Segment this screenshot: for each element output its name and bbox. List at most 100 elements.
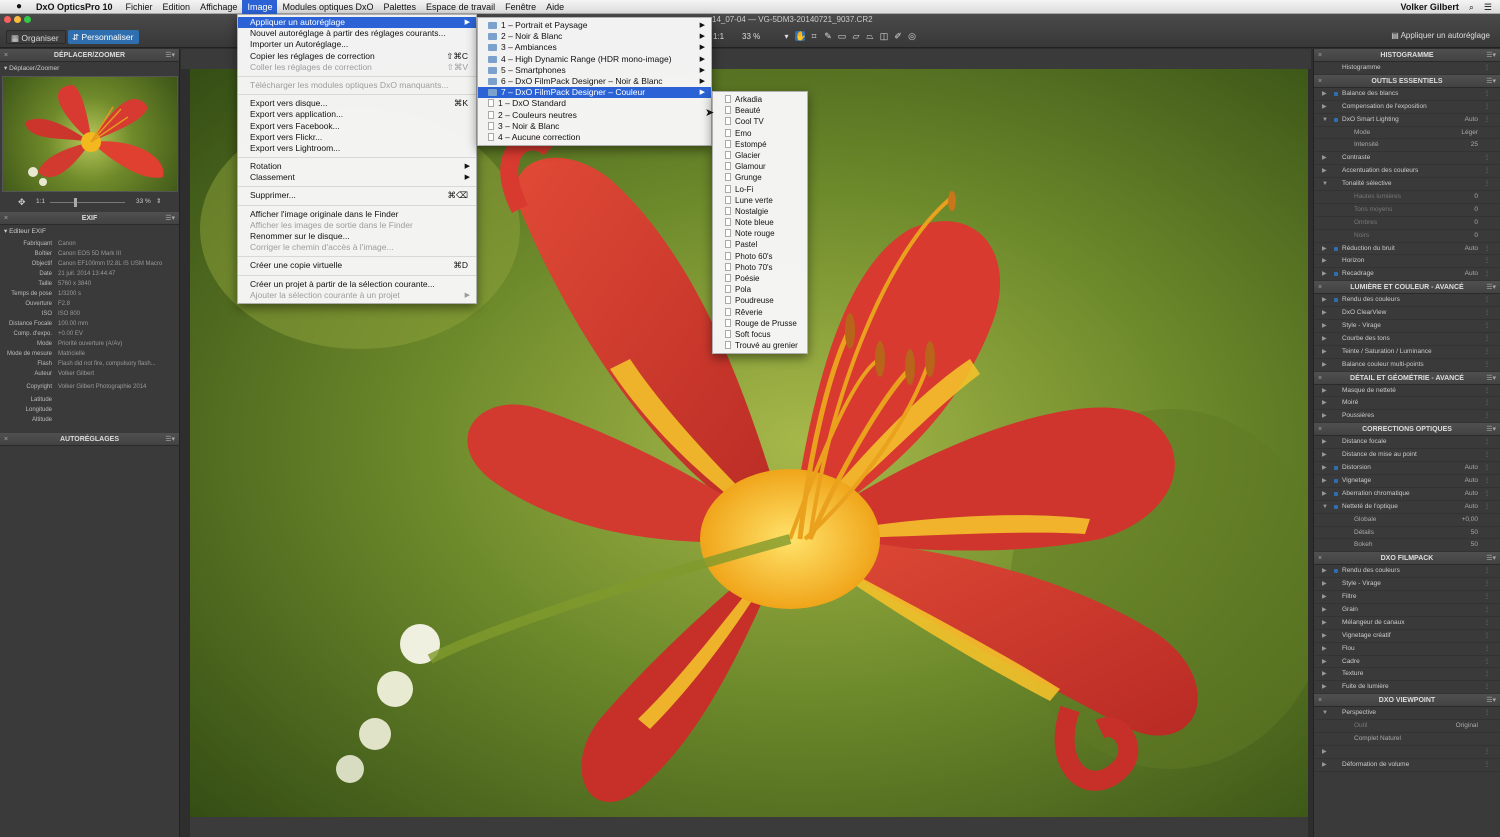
image-menu-item[interactable]: Classement ▶: [238, 172, 476, 183]
exif-value[interactable]: Canon EOS 5D Mark III: [58, 249, 170, 259]
preset-menu-item[interactable]: 1 – Portrait et Paysage ▶: [478, 20, 711, 31]
exif-value[interactable]: Matricielle: [58, 349, 170, 359]
expanded-arrow-icon[interactable]: ▼: [1322, 178, 1328, 191]
filmpack-preset-item[interactable]: Lune verte: [713, 195, 807, 206]
correction-row[interactable]: ▶ Horizon ⋮: [1314, 255, 1500, 269]
edit-icon[interactable]: ⋮: [1484, 578, 1490, 591]
filmpack-preset-item[interactable]: Pastel: [713, 239, 807, 250]
collapsed-arrow-icon[interactable]: ▶: [1322, 88, 1327, 101]
collapsed-arrow-icon[interactable]: ▶: [1322, 462, 1327, 475]
panel-header[interactable]: × DXO VIEWPOINT ☰▾: [1314, 694, 1500, 708]
image-menu-item[interactable]: Appliquer un autoréglage ▶: [238, 17, 476, 29]
panel-menu-icon[interactable]: ☰▾: [165, 433, 175, 446]
collapsed-arrow-icon[interactable]: ▶: [1322, 152, 1327, 165]
filmpack-preset-item[interactable]: Trouvé au grenier: [713, 340, 807, 351]
app-name[interactable]: DxO OpticsPro 10: [36, 2, 113, 12]
compare-icon[interactable]: ◎: [907, 31, 917, 41]
filmpack-preset-item[interactable]: Estompé: [713, 139, 807, 150]
panel-menu-icon[interactable]: ☰▾: [1486, 281, 1496, 294]
edit-icon[interactable]: ⋮: [1484, 255, 1490, 268]
correction-row[interactable]: ▶ Rendu des couleurs ⋮: [1314, 565, 1500, 579]
correction-row[interactable]: Hautes lumières 0: [1314, 191, 1500, 204]
correction-value[interactable]: Léger: [1461, 127, 1478, 140]
menu-3[interactable]: Image: [242, 0, 278, 14]
collapsed-arrow-icon[interactable]: ▶: [1322, 668, 1327, 681]
close-icon[interactable]: ×: [1318, 694, 1322, 707]
collapsed-arrow-icon[interactable]: ▶: [1322, 243, 1327, 256]
edit-icon[interactable]: ⋮: [1484, 746, 1490, 759]
close-icon[interactable]: ×: [1318, 49, 1322, 62]
collapsed-arrow-icon[interactable]: ▶: [1322, 255, 1327, 268]
horizon-icon[interactable]: ▭: [837, 31, 847, 41]
image-menu-item[interactable]: Coller les réglages de correction ⇧⌘V: [238, 62, 476, 73]
image-menu-item[interactable]: Export vers application...: [238, 109, 476, 120]
collapsed-arrow-icon[interactable]: ▶: [1322, 643, 1327, 656]
exif-value[interactable]: [58, 405, 170, 415]
panel-menu-icon[interactable]: ☰▾: [165, 49, 175, 62]
correction-row[interactable]: ▶ Balance couleur multi-points ⋮: [1314, 359, 1500, 372]
correction-row[interactable]: ▶ Distance de mise au point ⋮: [1314, 449, 1500, 463]
zoom-slider-handle[interactable]: [74, 198, 77, 207]
collapsed-arrow-icon[interactable]: ▶: [1322, 165, 1327, 178]
correction-row[interactable]: ▶ Grain ⋮: [1314, 604, 1500, 617]
collapsed-arrow-icon[interactable]: ▶: [1322, 410, 1327, 423]
enabled-indicator-icon[interactable]: [1334, 117, 1338, 122]
correction-row[interactable]: ▶ Vignetage créatif ⋮: [1314, 630, 1500, 643]
image-menu-item[interactable]: Export vers Lightroom...: [238, 143, 476, 154]
image-menu-item[interactable]: Afficher l'image originale dans le Finde…: [238, 209, 476, 220]
correction-row[interactable]: ▶ Courbe des tons ⋮: [1314, 333, 1500, 346]
correction-row[interactable]: ▶ Cadre ⋮: [1314, 656, 1500, 669]
crop-tool-icon[interactable]: ⌗: [809, 31, 819, 41]
edit-icon[interactable]: ⋮: [1484, 475, 1490, 488]
filmpack-preset-item[interactable]: Pola: [713, 284, 807, 295]
panel-header[interactable]: × CORRECTIONS OPTIQUES ☰▾: [1314, 423, 1500, 437]
white-balance-icon[interactable]: ✎: [823, 31, 833, 41]
preset-menu-item[interactable]: 1 – DxO Standard: [478, 98, 711, 109]
correction-value[interactable]: 0: [1474, 204, 1478, 217]
correction-row[interactable]: ▶ Masque de netteté ⋮: [1314, 385, 1500, 398]
correction-row[interactable]: ▶ Vignetage Auto ⋮: [1314, 475, 1500, 488]
correction-value[interactable]: Auto: [1465, 268, 1478, 281]
collapsed-arrow-icon[interactable]: ▶: [1322, 746, 1327, 759]
perspective-icon[interactable]: ⏥: [851, 31, 861, 41]
collapsed-arrow-icon[interactable]: ▶: [1322, 617, 1327, 630]
enabled-indicator-icon[interactable]: [1334, 272, 1338, 277]
navigator-thumbnail[interactable]: [2, 76, 178, 192]
correction-row[interactable]: ▶ Réduction du bruit Auto ⋮: [1314, 243, 1500, 256]
collapsed-arrow-icon[interactable]: ▶: [1322, 101, 1327, 114]
close-window-button[interactable]: [4, 16, 11, 23]
filmpack-preset-item[interactable]: Note bleue: [713, 217, 807, 228]
correction-row[interactable]: Globale +0,00: [1314, 514, 1500, 527]
panel-header[interactable]: × LUMIÈRE ET COULEUR - AVANCÉ ☰▾: [1314, 281, 1500, 295]
correction-value[interactable]: 0: [1474, 191, 1478, 204]
correction-value[interactable]: +0,00: [1462, 514, 1478, 527]
correction-value[interactable]: 50: [1471, 527, 1478, 540]
edit-icon[interactable]: ⋮: [1484, 462, 1490, 475]
edit-icon[interactable]: ⋮: [1484, 449, 1490, 462]
filmpack-preset-item[interactable]: Photo 60's: [713, 251, 807, 262]
correction-row[interactable]: ▶ Balance des blancs ⋮: [1314, 88, 1500, 101]
exif-value[interactable]: 21 juil. 2014 13:44:47: [58, 269, 170, 279]
zoom-window-button[interactable]: [24, 16, 31, 23]
correction-value[interactable]: Auto: [1465, 462, 1478, 475]
correction-value[interactable]: Auto: [1465, 501, 1478, 514]
close-icon[interactable]: ×: [1318, 372, 1322, 385]
filmpack-preset-item[interactable]: Rouge de Prusse: [713, 318, 807, 329]
edit-icon[interactable]: ⋮: [1484, 565, 1490, 578]
collapsed-arrow-icon[interactable]: ▶: [1322, 307, 1327, 320]
zoom-percent[interactable]: 33 %: [136, 198, 151, 205]
edit-icon[interactable]: ⋮: [1484, 333, 1490, 346]
edit-icon[interactable]: ⋮: [1484, 385, 1490, 398]
close-icon[interactable]: ×: [4, 433, 8, 446]
correction-row[interactable]: ▶ Style - Virage ⋮: [1314, 578, 1500, 592]
edit-icon[interactable]: ⋮: [1484, 591, 1490, 604]
expanded-arrow-icon[interactable]: ▼: [1322, 707, 1328, 720]
panel-menu-icon[interactable]: ☰▾: [165, 212, 175, 225]
correction-row[interactable]: ▶ Flou ⋮: [1314, 643, 1500, 656]
correction-row[interactable]: ▶ Aberration chromatique Auto ⋮: [1314, 488, 1500, 501]
edit-icon[interactable]: ⋮: [1484, 501, 1490, 514]
correction-row[interactable]: ▶ Compensation de l'exposition ⋮: [1314, 101, 1500, 114]
collapsed-arrow-icon[interactable]: ▶: [1322, 436, 1327, 449]
image-menu-item[interactable]: Corriger le chemin d'accès à l'image...: [238, 242, 476, 253]
correction-row[interactable]: ▶ Moiré ⋮: [1314, 397, 1500, 411]
